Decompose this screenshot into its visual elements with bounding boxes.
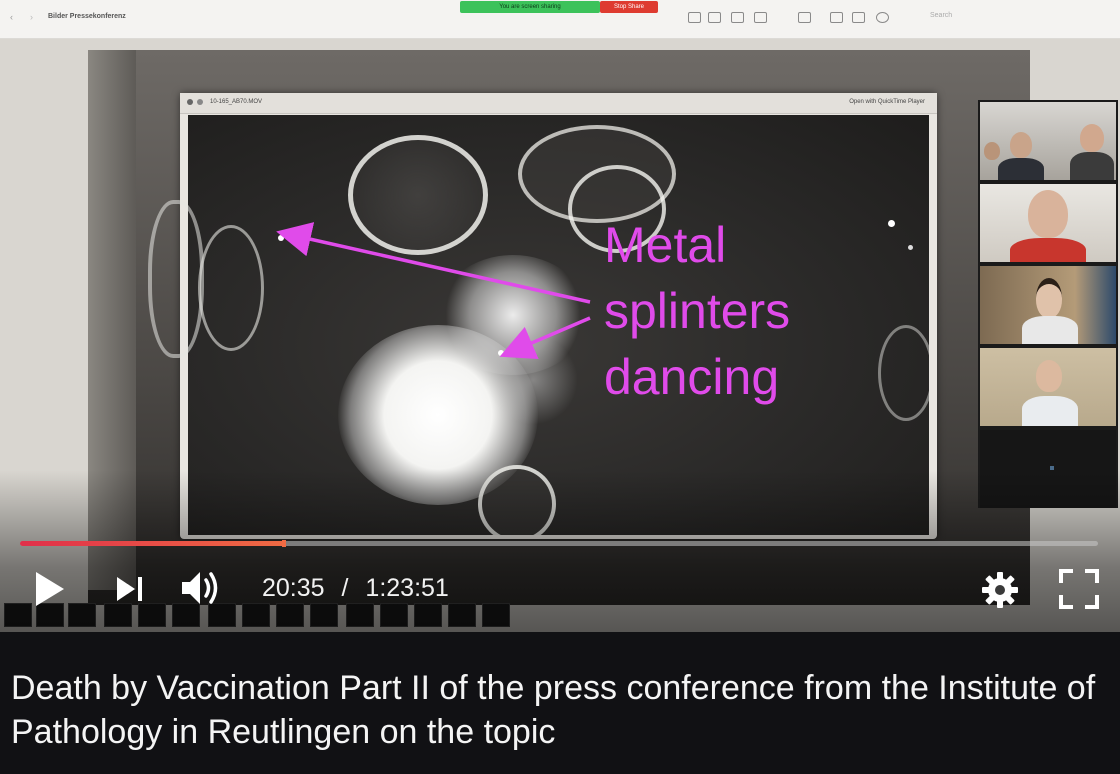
participant-tile (980, 266, 1116, 344)
volume-button[interactable] (180, 568, 224, 608)
video-player[interactable]: ‹ › Bilder Pressekonferenz You are scree… (0, 0, 1120, 632)
participant-face (1080, 124, 1104, 152)
annotation-line: splinters (604, 283, 791, 339)
participant-body (998, 158, 1044, 180)
skip-next-icon (117, 577, 142, 601)
time-display: 20:35 / 1:23:51 (262, 574, 449, 603)
participant-tile (980, 348, 1116, 426)
arrow-line (499, 316, 591, 360)
controls-gradient (0, 470, 1120, 632)
current-time: 20:35 (262, 574, 325, 602)
settings-button[interactable] (980, 570, 1020, 610)
time-separator: / (341, 574, 349, 602)
participant-tile (980, 102, 1116, 180)
participant-face (1036, 278, 1062, 318)
duration: 1:23:51 (365, 574, 449, 602)
play-button[interactable] (32, 570, 68, 608)
participant-tile (980, 184, 1116, 262)
participant-face (1036, 360, 1062, 392)
volume-icon (182, 572, 218, 604)
next-button[interactable] (114, 574, 146, 604)
annotation-line: dancing (604, 349, 780, 405)
play-icon (36, 572, 64, 606)
annotation-line: Metal (604, 217, 727, 273)
participant-face (1028, 190, 1068, 238)
participant-thumbnails (978, 100, 1118, 508)
participant-face (984, 142, 1000, 160)
participant-body (1070, 152, 1114, 180)
fullscreen-button[interactable] (1058, 568, 1100, 610)
annotation-text: Metal splinters dancing (604, 212, 790, 410)
video-description: Death by Vaccination Part II of the pres… (11, 669, 1096, 751)
participant-body (1022, 396, 1078, 426)
participant-face (1010, 132, 1032, 158)
gear-icon (982, 572, 1018, 608)
fullscreen-icon (1059, 569, 1099, 609)
participant-body (1010, 238, 1086, 262)
arrow-line (276, 222, 591, 304)
progress-played (20, 541, 284, 546)
progress-bar[interactable] (20, 540, 1098, 547)
participant-body (1022, 316, 1078, 344)
progress-scrubber[interactable] (282, 540, 286, 547)
